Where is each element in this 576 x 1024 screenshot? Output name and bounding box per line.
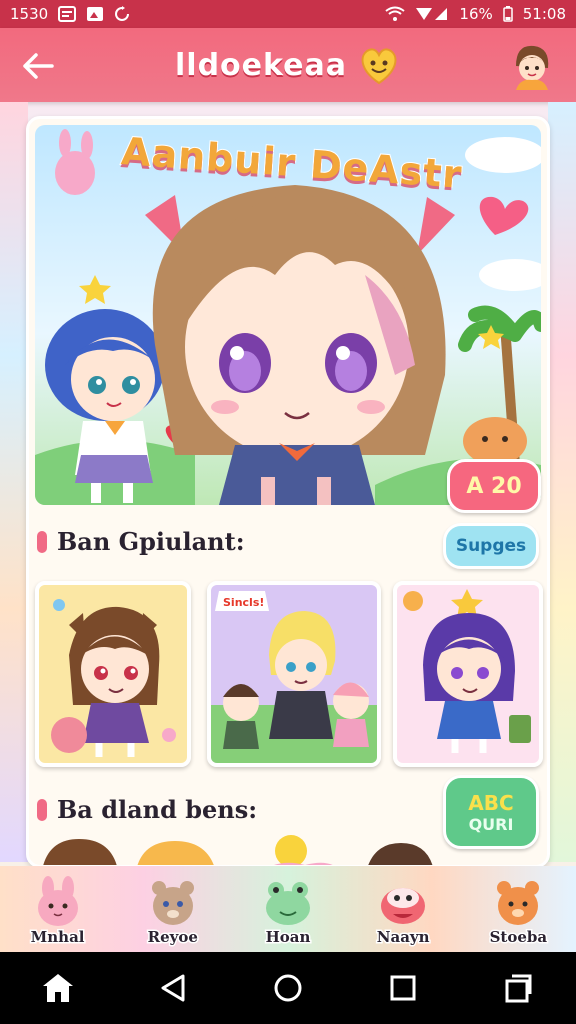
pink-bunny-icon: [37, 876, 78, 926]
app-title: lldoekeaa: [175, 47, 347, 83]
back-button[interactable]: [20, 48, 56, 84]
sync-icon: [114, 6, 130, 22]
right-decoration: [548, 102, 576, 862]
home-icon: [42, 974, 73, 1002]
nav-item-hoan[interactable]: Hoan: [236, 876, 340, 948]
second-row-peek: [43, 835, 433, 865]
orange-bear-icon: [497, 881, 540, 925]
status-time: 1530: [10, 5, 49, 23]
quiz-label-top: ABC: [468, 790, 514, 815]
home-circle-button[interactable]: [264, 964, 312, 1012]
brown-hair-chibi-image: [39, 585, 187, 763]
battery-icon: [503, 6, 513, 22]
recent-apps-button[interactable]: [494, 964, 542, 1012]
battery-percent: 16%: [459, 5, 493, 23]
recent-apps-icon: [505, 974, 532, 1003]
arrow-left-icon: [23, 53, 54, 79]
home-button[interactable]: [34, 964, 82, 1012]
nav-label: Hoan: [264, 927, 312, 948]
overview-button[interactable]: [379, 964, 427, 1012]
quiz-label-bottom: QURI: [468, 814, 514, 834]
back-nav-button[interactable]: [149, 964, 197, 1012]
nav-item-naayn[interactable]: Naayn: [351, 876, 455, 948]
nav-item-stoeba[interactable]: Stoeba: [466, 876, 570, 948]
nav-label: Reyoe: [146, 927, 199, 948]
smile-heart-icon: [361, 48, 397, 85]
section-title-1: Ban Gpiulant:: [57, 527, 245, 556]
purple-hair-chibi-image: [397, 585, 539, 763]
main-card: Aanbuir DeAstr A 20 Ban Gpiulant: Supges: [26, 116, 550, 868]
profile-avatar-button[interactable]: [508, 40, 556, 92]
nav-item-mnhal[interactable]: Mnhal: [6, 876, 110, 948]
nav-label: Naayn: [375, 927, 431, 948]
bottom-nav: Mnhal Reyoe Hoan Naayn Stoeba: [0, 866, 576, 952]
section-title-2: Ba dland bens:: [57, 795, 258, 824]
hero-banner[interactable]: Aanbuir DeAstr: [35, 125, 541, 505]
photo-icon: [86, 6, 104, 22]
thumbnail-card[interactable]: [393, 581, 543, 767]
app-bar: lldoekeaa: [0, 28, 576, 102]
section-header-1: Ban Gpiulant:: [37, 527, 245, 556]
support-button[interactable]: Supges: [443, 523, 539, 569]
left-decoration: [0, 102, 28, 862]
section-bullet: [37, 530, 47, 553]
red-crab-icon: [381, 888, 426, 924]
message-icon: [58, 6, 77, 22]
system-nav-bar: [0, 952, 576, 1024]
blonde-group-chibi-image: Sincls!: [211, 585, 377, 763]
nav-label: Stoeba: [488, 927, 549, 948]
nav-label: Mnhal: [29, 927, 86, 948]
thumbnail-card[interactable]: [35, 581, 191, 767]
signal-icon: [415, 6, 449, 22]
square-overview-icon: [390, 975, 416, 1001]
section-bullet: [37, 798, 47, 821]
thumbnail-card[interactable]: Sincls!: [207, 581, 381, 767]
brown-bear-icon: [151, 881, 194, 925]
triangle-back-icon: [161, 974, 185, 1002]
thumbnail-row: Sincls!: [35, 581, 545, 771]
status-bar: 1530 16% 51:08: [0, 0, 576, 28]
profile-avatar-icon: [516, 45, 549, 90]
quiz-button[interactable]: ABC QURI: [443, 775, 539, 849]
green-frog-icon: [265, 882, 310, 925]
sticker-text: Sincls!: [223, 596, 264, 609]
section-header-2: Ba dland bens:: [37, 795, 257, 824]
price-badge[interactable]: A 20: [447, 459, 541, 513]
nav-item-reyoe[interactable]: Reyoe: [121, 876, 225, 948]
status-clock: 51:08: [522, 5, 566, 23]
wifi-icon: [385, 6, 406, 22]
circle-home-icon: [274, 974, 302, 1002]
